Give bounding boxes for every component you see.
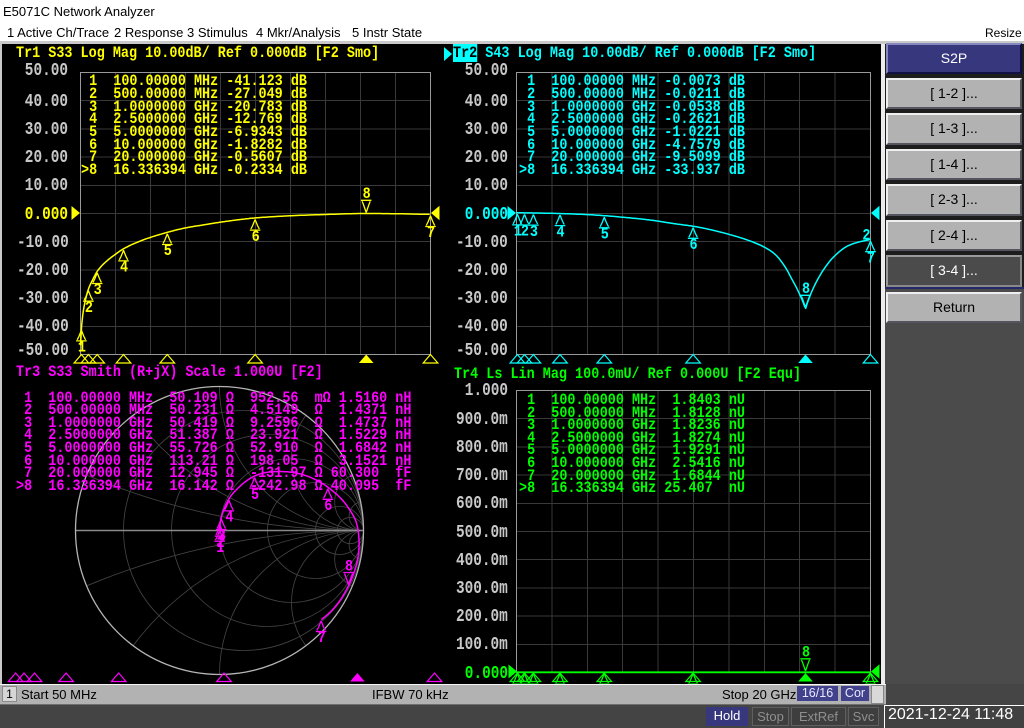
svg-text:8: 8	[802, 281, 810, 298]
svg-text:4: 4	[556, 225, 564, 242]
svg-text:8: 8	[363, 186, 371, 203]
svg-text:3: 3	[530, 224, 538, 241]
svg-text:4: 4	[120, 260, 128, 277]
svg-text:6: 6	[252, 229, 260, 246]
svg-text:5: 5	[164, 243, 172, 260]
svg-text:7: 7	[318, 630, 326, 647]
svg-text:2: 2	[521, 224, 529, 241]
svg-text:3: 3	[94, 282, 102, 299]
svg-text:6: 6	[324, 498, 332, 515]
svg-text:7: 7	[427, 225, 435, 242]
svg-text:5: 5	[601, 227, 609, 244]
svg-text:8: 8	[345, 559, 353, 576]
svg-text:3: 3	[218, 528, 226, 545]
svg-text:6: 6	[690, 237, 698, 254]
svg-text:2: 2	[85, 300, 93, 317]
svg-text:8: 8	[802, 645, 810, 662]
svg-text:2: 2	[862, 228, 870, 245]
svg-text:1: 1	[78, 340, 86, 357]
svg-text:4: 4	[225, 510, 233, 527]
svg-text:7: 7	[867, 251, 875, 268]
